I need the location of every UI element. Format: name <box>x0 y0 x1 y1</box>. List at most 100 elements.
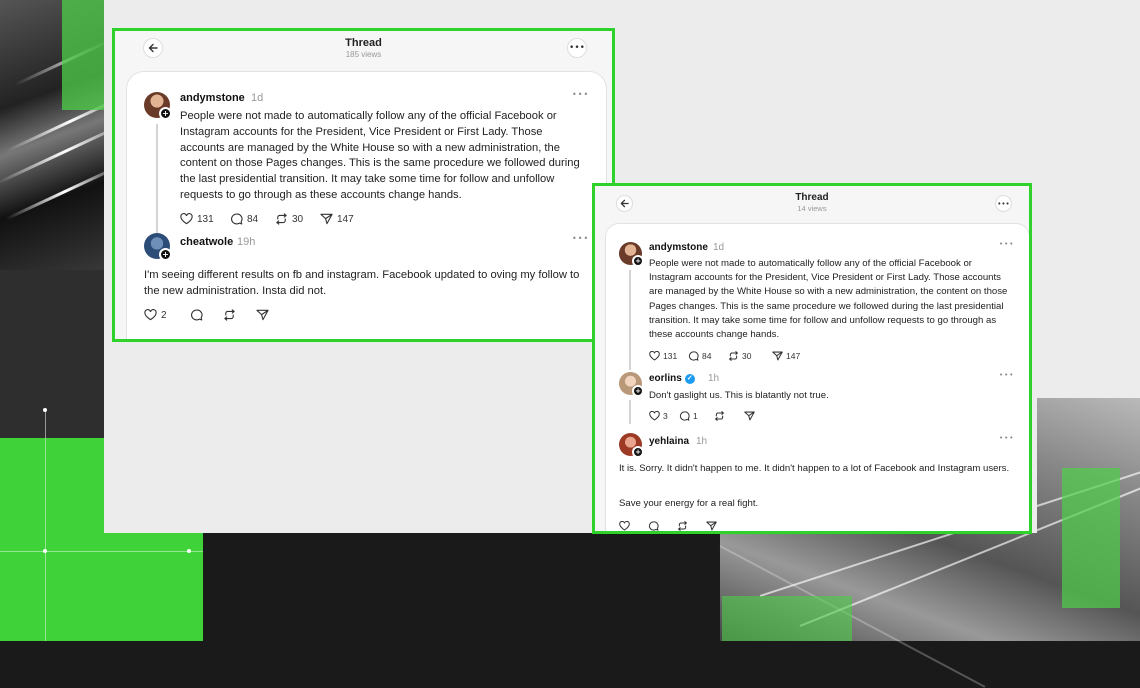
thread-screenshot-1: Thread 185 views ••• + andymstone 1d •••… <box>112 28 615 342</box>
background-dark-block <box>0 270 110 440</box>
reply-count: 84 <box>702 351 712 361</box>
paper-plane-icon <box>320 213 333 225</box>
share-button[interactable]: 147 <box>320 213 354 225</box>
reply-button[interactable] <box>648 521 677 531</box>
like-button[interactable] <box>619 521 648 531</box>
username[interactable]: yehlaina <box>649 436 689 447</box>
like-button[interactable]: 3 <box>649 411 679 421</box>
paper-plane-icon <box>256 309 269 321</box>
post-time: 1h <box>696 436 708 447</box>
plus-icon[interactable]: + <box>159 107 172 120</box>
repost-icon <box>678 521 687 531</box>
verified-badge-icon: ✓ <box>684 374 695 384</box>
ellipsis-icon: ••• <box>997 199 1010 208</box>
like-count: 131 <box>197 213 214 225</box>
post-actions <box>619 521 717 531</box>
more-options-button[interactable]: ••• <box>567 38 587 58</box>
like-count: 131 <box>663 351 678 361</box>
thread-header: Thread 14 views <box>595 192 1029 213</box>
share-count: 147 <box>337 213 354 225</box>
background-dot <box>43 408 47 412</box>
like-button[interactable]: 2 <box>144 309 190 321</box>
background-green-block-right <box>1062 468 1120 608</box>
view-count: 14 views <box>797 204 827 213</box>
share-count: 147 <box>786 351 801 361</box>
reply-button[interactable]: 84 <box>230 213 275 225</box>
view-count: 185 views <box>345 50 382 59</box>
thread-card: + andymstone 1d ••• People were not made… <box>605 223 1029 531</box>
speech-bubble-icon <box>688 351 699 361</box>
post-text: People were not made to automatically fo… <box>649 258 1008 341</box>
more-options-button[interactable]: ••• <box>995 195 1012 212</box>
repost-count: 30 <box>742 351 752 361</box>
thread-card: + andymstone 1d ••• People were not made… <box>126 71 607 339</box>
post-more-icon[interactable]: ••• <box>572 234 589 243</box>
plus-icon[interactable]: + <box>632 385 644 397</box>
paper-plane-icon <box>706 521 717 531</box>
back-button[interactable] <box>143 38 163 58</box>
repost-button[interactable] <box>677 521 706 531</box>
background-grid-line <box>45 410 46 440</box>
heart-icon <box>144 309 157 321</box>
back-button[interactable] <box>616 195 633 212</box>
thread-header: Thread 185 views <box>115 37 612 59</box>
username[interactable]: eorlins ✓ <box>649 373 695 384</box>
post-more-icon[interactable]: ••• <box>999 434 1014 442</box>
post-time: 19h <box>237 236 256 248</box>
speech-bubble-icon <box>648 521 659 531</box>
reply-button[interactable]: 1 <box>679 411 714 421</box>
username[interactable]: andymstone <box>180 92 245 104</box>
background-green-block-bottom <box>722 596 852 641</box>
share-button[interactable]: 147 <box>772 351 800 361</box>
arrow-left-icon <box>620 199 629 208</box>
thread-title: Thread <box>345 37 382 49</box>
post-more-icon[interactable]: ••• <box>572 90 589 99</box>
background-panel-extension <box>1037 0 1140 398</box>
username[interactable]: andymstone <box>649 242 708 253</box>
thread-connector <box>629 270 631 370</box>
heart-icon <box>619 521 630 531</box>
speech-bubble-icon <box>191 309 203 321</box>
post-text: Don't gaslight us. This is blatantly not… <box>649 390 829 401</box>
like-button[interactable]: 131 <box>649 351 688 361</box>
post-more-icon[interactable]: ••• <box>999 371 1014 379</box>
thread-connector <box>156 124 158 234</box>
plus-icon[interactable]: + <box>159 248 172 261</box>
repost-button[interactable] <box>223 309 256 321</box>
repost-icon <box>729 351 738 361</box>
repost-button[interactable]: 30 <box>275 213 320 225</box>
heart-icon <box>649 351 660 361</box>
reply-button[interactable]: 84 <box>688 351 728 361</box>
ellipsis-icon: ••• <box>569 43 585 53</box>
post-more-icon[interactable]: ••• <box>999 240 1014 248</box>
paper-plane-icon <box>772 351 783 361</box>
like-button[interactable]: 131 <box>180 213 230 225</box>
post-time: 1d <box>713 242 725 253</box>
post-actions: 131 84 30 147 <box>649 351 800 361</box>
plus-icon[interactable]: + <box>632 446 644 458</box>
plus-icon[interactable]: + <box>632 255 644 267</box>
reply-count: 1 <box>693 411 698 421</box>
thread-connector <box>629 400 631 424</box>
share-button[interactable] <box>256 309 269 321</box>
repost-count: 30 <box>292 213 304 225</box>
repost-button[interactable]: 30 <box>728 351 772 361</box>
heart-icon <box>180 213 193 225</box>
thread-screenshot-2: Thread 14 views ••• + andymstone 1d ••• … <box>592 183 1032 534</box>
paper-plane-icon <box>744 411 755 421</box>
reply-count: 84 <box>247 213 259 225</box>
post-actions: 131 84 30 147 <box>180 213 354 225</box>
repost-icon <box>276 213 287 225</box>
post-actions: 3 1 <box>649 411 755 421</box>
thread-title: Thread <box>795 192 829 203</box>
post-text: I'm seeing different results on fb and i… <box>144 269 580 297</box>
username[interactable]: cheatwole <box>180 236 233 248</box>
arrow-left-icon <box>148 43 158 53</box>
reply-button[interactable] <box>190 309 223 321</box>
share-button[interactable] <box>744 411 755 421</box>
repost-button[interactable] <box>714 411 744 421</box>
share-button[interactable] <box>706 521 717 531</box>
post-time: 1h <box>708 373 720 384</box>
post-text: People were not made to automatically fo… <box>180 110 580 201</box>
speech-bubble-icon <box>679 411 690 421</box>
